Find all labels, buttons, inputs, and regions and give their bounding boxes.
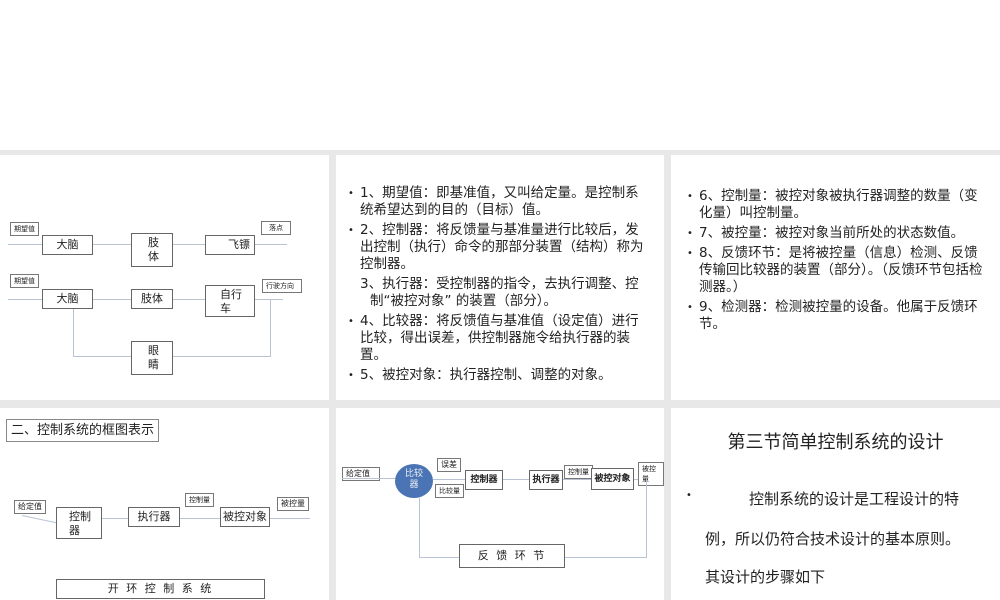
input-label: 期望值 (10, 222, 39, 236)
controller-box: 控制器 (465, 470, 503, 490)
body-line: 控制系统的设计是工程设计的特 (749, 490, 960, 508)
comparator-circle: 比较器 (395, 464, 433, 498)
slide-title: 第三节简单控制系统的设计 (727, 432, 944, 453)
slide-5-thumbnail[interactable]: 给定值 比较器 误差 比较量 控制器 执行器 控制量 被控对象 被控量 反 馈 … (336, 408, 664, 600)
slide-2-thumbnail[interactable]: 1、期望值：即基准值，又叫给定量。是控制系统希望达到的目的（目标）值。 2、控制… (336, 155, 664, 400)
definition-item: 4、比较器：将反馈值与基准值（设定值）进行比较，得出误差，供控制器施令给执行器的… (346, 313, 652, 364)
control-quantity-label: 控制量 (185, 493, 214, 507)
controller-box: 控制器 (56, 507, 102, 539)
actuator-box: 执行器 (529, 470, 563, 490)
compare-label: 比较量 (435, 484, 464, 498)
slide-6-thumbnail[interactable]: 第三节简单控制系统的设计 • 控制系统的设计是工程设计的特 例，所以仍符合技术设… (671, 408, 1000, 600)
caption: 开 环 控 制 系 统 (56, 579, 265, 599)
limb-box: 肢体 (131, 289, 173, 309)
definition-item: 7、被控量：被控对象当前所处的状态数值。 (685, 225, 990, 242)
definition-item: 5、被控对象：执行器控制、调整的对象。 (346, 367, 652, 384)
body-line: 其设计的步骤如下 (705, 568, 826, 586)
output-label: 被控量 (277, 497, 309, 511)
definition-item: 8、反馈环节：是将被控量（信息）检测、反馈传输回比较器的装置（部分）。（反馈环节… (685, 245, 990, 296)
dart-box: 飞镖 (205, 235, 255, 255)
input-label: 期望值 (10, 274, 39, 288)
plant-box: 被控对象 (591, 468, 634, 490)
input-label: 给定值 (14, 500, 46, 514)
plant-box: 被控对象 (220, 507, 270, 527)
output-label: 被控量 (638, 462, 664, 486)
actuator-box: 执行器 (128, 507, 180, 527)
definition-item: 1、期望值：即基准值，又叫给定量。是控制系统希望达到的目的（目标）值。 (346, 185, 652, 219)
bullet-icon: • (686, 490, 692, 501)
slide-4-thumbnail[interactable]: 二、控制系统的框图表示 给定值 控制器 执行器 控制量 被控对象 被控量 开 环… (0, 408, 329, 600)
slide-title: 二、控制系统的框图表示 (6, 419, 160, 442)
definition-item: 6、控制量：被控对象被执行器调整的数量（变化量）叫控制量。 (685, 188, 990, 222)
feedback-box: 反 馈 环 节 (459, 544, 565, 568)
body-line: 例，所以仍符合技术设计的基本原则。 (705, 530, 961, 548)
slide-3-thumbnail[interactable]: 6、控制量：被控对象被执行器调整的数量（变化量）叫控制量。 7、被控量：被控对象… (671, 155, 1000, 400)
output-label: 落点 (261, 221, 291, 235)
definition-item: 2、控制器：将反馈量与基准量进行比较后，发出控制（执行）命令的那部分装置（结构）… (346, 222, 652, 273)
brain-box: 大脑 (42, 235, 93, 255)
eye-box: 眼睛 (131, 341, 173, 375)
definition-item: 9、检测器：检测被控量的设备。他属于反馈环节。 (685, 299, 990, 333)
definition-item: 3、执行器：受控制器的指令，去执行调整、控制“被控对象” 的装置（部分）。 (360, 276, 639, 309)
brain-box: 大脑 (42, 289, 93, 309)
control-quantity-label: 控制量 (564, 465, 593, 479)
top-blank-area (0, 0, 1000, 150)
error-label: 误差 (437, 458, 461, 472)
bicycle-box: 自行车 (205, 285, 255, 317)
output-label: 行驶方向 (262, 279, 302, 293)
slide-1-thumbnail[interactable]: 期望值 大脑 肢体 飞镖 落点 期望值 大脑 肢体 自行车 行驶方向 眼睛 (0, 155, 329, 400)
limb-box: 肢体 (131, 233, 173, 267)
